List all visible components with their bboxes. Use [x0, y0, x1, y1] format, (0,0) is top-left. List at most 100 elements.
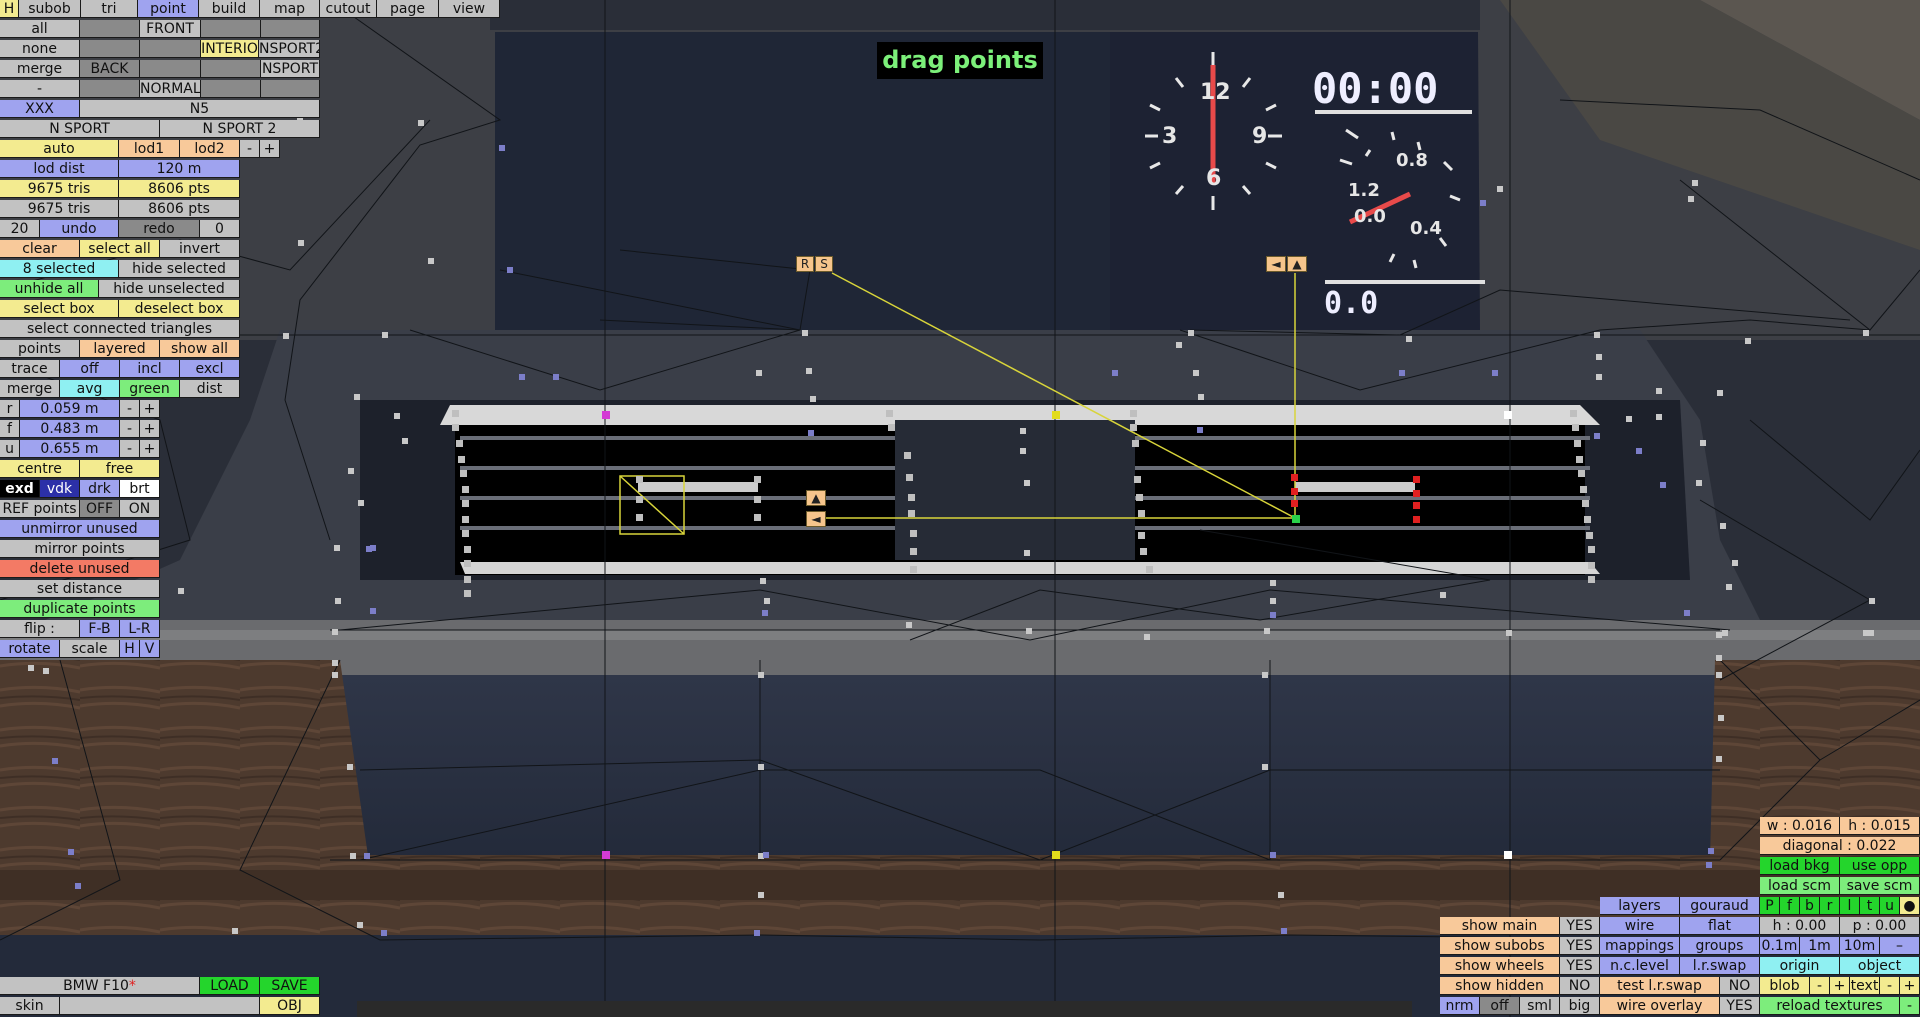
lod1-button[interactable]: lod1	[119, 140, 180, 158]
centre-button[interactable]: centre	[0, 460, 80, 478]
slot-empty[interactable]	[80, 80, 140, 98]
view-l[interactable]: l	[1840, 897, 1860, 915]
view-dot-icon[interactable]: ●	[1900, 897, 1920, 915]
big-button[interactable]: big	[1560, 997, 1600, 1015]
subob-front[interactable]: FRONT	[140, 20, 201, 38]
invert-button[interactable]: invert	[160, 240, 240, 258]
layers-button[interactable]: layers	[1600, 897, 1680, 915]
undo-button[interactable]: undo	[40, 220, 119, 238]
r-plus[interactable]: +	[140, 400, 160, 418]
text-plus[interactable]: +	[1900, 977, 1920, 995]
vdk-button[interactable]: vdk	[40, 480, 80, 498]
slot-empty[interactable]	[261, 80, 320, 98]
trace-incl[interactable]: incl	[120, 360, 180, 378]
rotate-button[interactable]: rotate	[0, 640, 60, 658]
subob-nsport2[interactable]: NSPORT2	[259, 40, 320, 58]
skin-label[interactable]: skin	[0, 997, 60, 1015]
show-main-toggle[interactable]: YES	[1560, 917, 1600, 935]
ref-on[interactable]: ON	[120, 500, 160, 518]
lod-plus[interactable]: +	[260, 140, 280, 158]
off-button[interactable]: off	[1480, 997, 1520, 1015]
lr-swap-button[interactable]: l.r.swap	[1680, 957, 1760, 975]
wire-button[interactable]: wire	[1600, 917, 1680, 935]
view-u[interactable]: u	[1880, 897, 1900, 915]
save-button[interactable]: SAVE	[260, 977, 320, 995]
clear-button[interactable]: clear	[0, 240, 80, 258]
points-mode[interactable]: points	[0, 340, 80, 358]
subob-normal[interactable]: NORMAL	[140, 80, 201, 98]
gouraud-button[interactable]: gouraud	[1680, 897, 1760, 915]
u-value[interactable]: 0.655 m	[20, 440, 120, 458]
hide-selected-button[interactable]: hide selected	[119, 260, 240, 278]
drk-button[interactable]: drk	[80, 480, 120, 498]
test-lr-swap-toggle[interactable]: NO	[1720, 977, 1760, 995]
blob-plus[interactable]: +	[1830, 977, 1850, 995]
load-bkg-button[interactable]: load bkg	[1760, 857, 1840, 875]
exd-button[interactable]: exd	[0, 480, 40, 498]
view-p[interactable]: P	[1760, 897, 1780, 915]
flip-fb[interactable]: F-B	[80, 620, 120, 638]
use-opp-button[interactable]: use opp	[1840, 857, 1920, 875]
mirror-points-button[interactable]: mirror points	[0, 540, 160, 558]
menu-subob[interactable]: subob	[19, 0, 81, 18]
subob-dash[interactable]: -	[0, 80, 80, 98]
free-button[interactable]: free	[80, 460, 160, 478]
scale-h[interactable]: H	[120, 640, 140, 658]
slot-empty[interactable]	[80, 20, 140, 38]
obj-button[interactable]: OBJ	[260, 997, 320, 1015]
select-connected-button[interactable]: select connected triangles	[0, 320, 240, 338]
blob-minus[interactable]: -	[1810, 977, 1830, 995]
merge-avg[interactable]: avg	[60, 380, 120, 398]
slot-empty[interactable]	[140, 40, 201, 58]
view-f[interactable]: f	[1780, 897, 1800, 915]
brt-button[interactable]: brt	[120, 480, 160, 498]
merge-points[interactable]: merge	[0, 380, 60, 398]
unmirror-unused-button[interactable]: unmirror unused	[0, 520, 160, 538]
r-value[interactable]: 0.059 m	[20, 400, 120, 418]
origin-button[interactable]: origin	[1760, 957, 1840, 975]
nrm-button[interactable]: nrm	[1440, 997, 1480, 1015]
menu-h[interactable]: H	[0, 0, 19, 18]
duplicate-points-button[interactable]: duplicate points	[0, 600, 160, 618]
trace-off[interactable]: off	[60, 360, 120, 378]
deselect-box-button[interactable]: deselect box	[119, 300, 240, 318]
reload-textures-minus[interactable]: -	[1900, 997, 1920, 1015]
f-value[interactable]: 0.483 m	[20, 420, 120, 438]
slot-empty[interactable]	[261, 20, 320, 38]
menu-cutout[interactable]: cutout	[320, 0, 377, 18]
grid-0-1m[interactable]: 0.1m	[1760, 937, 1800, 955]
menu-view[interactable]: view	[439, 0, 500, 18]
select-all-subobs[interactable]: all	[0, 20, 80, 38]
show-all-button[interactable]: show all	[160, 340, 240, 358]
delete-unused-button[interactable]: delete unused	[0, 560, 160, 578]
flat-button[interactable]: flat	[1680, 917, 1760, 935]
merge-subobs[interactable]: merge	[0, 60, 80, 78]
text-minus[interactable]: -	[1880, 977, 1900, 995]
merge-dist[interactable]: dist	[180, 380, 240, 398]
groups-button[interactable]: groups	[1680, 937, 1760, 955]
menu-tri[interactable]: tri	[81, 0, 138, 18]
lod-dist-value[interactable]: 120 m	[119, 160, 240, 178]
select-none-subobs[interactable]: none	[0, 40, 80, 58]
lod2-button[interactable]: lod2	[180, 140, 240, 158]
text-button[interactable]: text	[1850, 977, 1880, 995]
scale-button[interactable]: scale	[60, 640, 120, 658]
f-plus[interactable]: +	[140, 420, 160, 438]
view-b[interactable]: b	[1800, 897, 1820, 915]
flip-lr[interactable]: L-R	[120, 620, 160, 638]
load-button[interactable]: LOAD	[200, 977, 260, 995]
unhide-all-button[interactable]: unhide all	[0, 280, 99, 298]
view-t[interactable]: t	[1860, 897, 1880, 915]
layered-mode[interactable]: layered	[80, 340, 160, 358]
blob-button[interactable]: blob	[1760, 977, 1810, 995]
subob-nsport[interactable]: NSPORT	[261, 60, 320, 78]
u-plus[interactable]: +	[140, 440, 160, 458]
sml-button[interactable]: sml	[1520, 997, 1560, 1015]
slot-empty[interactable]	[80, 40, 140, 58]
show-hidden-toggle[interactable]: NO	[1560, 977, 1600, 995]
menu-point[interactable]: point	[138, 0, 199, 18]
subob-interio[interactable]: INTERIO	[201, 40, 259, 58]
grid-1m[interactable]: 1m	[1800, 937, 1840, 955]
mappings-button[interactable]: mappings	[1600, 937, 1680, 955]
nc-level-button[interactable]: n.c.level	[1600, 957, 1680, 975]
